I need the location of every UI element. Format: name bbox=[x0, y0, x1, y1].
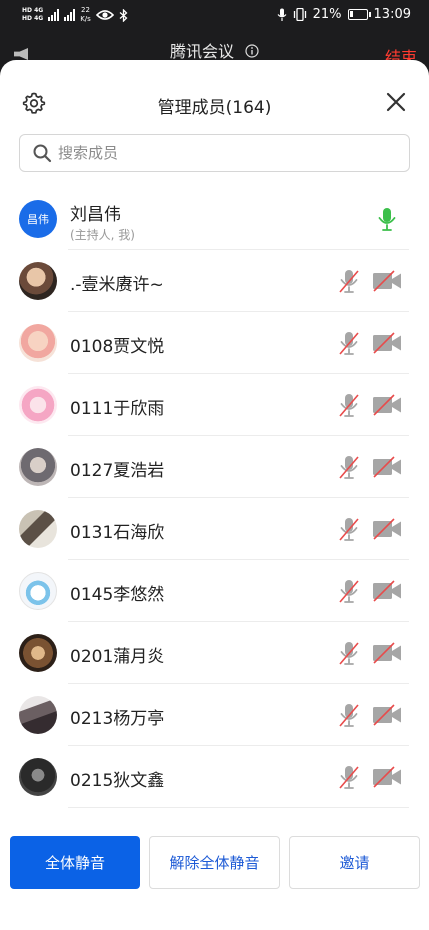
battery-percent: 21% bbox=[312, 7, 342, 22]
sim1-tag: HD 4G bbox=[22, 7, 44, 14]
camera-off-icon[interactable] bbox=[372, 332, 402, 354]
mute-all-button[interactable]: 全体静音 bbox=[10, 836, 140, 889]
member-row[interactable]: 0131石海欣 bbox=[0, 498, 429, 560]
mic-muted-icon[interactable] bbox=[338, 640, 360, 666]
avatar bbox=[19, 262, 57, 300]
net-speed: 22 K/s bbox=[80, 6, 91, 24]
battery-icon bbox=[347, 9, 371, 20]
bluetooth-icon bbox=[119, 8, 128, 22]
avatar bbox=[19, 758, 57, 796]
net-speed-unit: K/s bbox=[80, 15, 91, 23]
member-name: 0108贾文悦 bbox=[70, 337, 165, 357]
divider bbox=[68, 807, 409, 808]
sim-tags: HD 4G HD 4G bbox=[22, 7, 43, 23]
sheet-header: 管理成员(164) bbox=[0, 60, 429, 128]
close-icon[interactable] bbox=[385, 91, 407, 113]
member-row[interactable]: 0201蒲月炎 bbox=[0, 622, 429, 684]
avatar: 昌伟 bbox=[19, 200, 57, 238]
meeting-title-text: 腾讯会议 bbox=[169, 42, 234, 61]
clock: 13:09 bbox=[373, 7, 411, 22]
mic-muted-icon[interactable] bbox=[338, 764, 360, 790]
member-name: 0215狄文鑫 bbox=[70, 771, 165, 791]
camera-off-icon[interactable] bbox=[372, 270, 402, 292]
mic-status-icon bbox=[277, 8, 287, 21]
avatar bbox=[19, 386, 57, 424]
member-row[interactable]: 0145李悠然 bbox=[0, 560, 429, 622]
avatar bbox=[19, 696, 57, 734]
eye-icon bbox=[95, 10, 114, 20]
search-input[interactable] bbox=[58, 144, 388, 162]
member-name: .-壹米赓许~ bbox=[70, 275, 164, 295]
member-name: 0127夏浩岩 bbox=[70, 461, 165, 481]
mic-muted-icon[interactable] bbox=[338, 578, 360, 604]
member-role: (主持人, 我) bbox=[70, 228, 135, 242]
member-row[interactable]: 0127夏浩岩 bbox=[0, 436, 429, 498]
meeting-title: 腾讯会议 bbox=[0, 38, 429, 62]
invite-button[interactable]: 邀请 bbox=[289, 836, 420, 889]
member-name: 0213杨万亭 bbox=[70, 709, 165, 729]
mic-muted-icon[interactable] bbox=[338, 454, 360, 480]
member-name: 刘昌伟 bbox=[70, 205, 121, 225]
mic-muted-icon[interactable] bbox=[338, 392, 360, 418]
camera-off-icon[interactable] bbox=[372, 580, 402, 602]
avatar bbox=[19, 324, 57, 362]
member-list: 昌伟 刘昌伟 (主持人, 我) .-壹米赓许~ 0108贾文悦 0111于欣雨 … bbox=[0, 188, 429, 808]
unmute-all-button[interactable]: 解除全体静音 bbox=[149, 836, 280, 889]
member-name: 0131石海欣 bbox=[70, 523, 165, 543]
phone-screen: HD 4G HD 4G 22 K/s 21% 13:09 腾讯会议 结束 管理成… bbox=[0, 0, 429, 930]
member-row[interactable]: 0111于欣雨 bbox=[0, 374, 429, 436]
search-box[interactable] bbox=[19, 134, 410, 172]
camera-off-icon[interactable] bbox=[372, 518, 402, 540]
member-row[interactable]: 0108贾文悦 bbox=[0, 312, 429, 374]
member-row[interactable]: 0215狄文鑫 bbox=[0, 746, 429, 808]
net-speed-value: 22 bbox=[81, 6, 90, 14]
avatar bbox=[19, 448, 57, 486]
status-bar: HD 4G HD 4G 22 K/s 21% 13:09 bbox=[0, 0, 429, 34]
member-row-host[interactable]: 昌伟 刘昌伟 (主持人, 我) bbox=[0, 188, 429, 250]
signal-icon bbox=[48, 9, 60, 21]
avatar bbox=[19, 510, 57, 548]
info-icon[interactable] bbox=[245, 44, 259, 58]
camera-off-icon[interactable] bbox=[372, 394, 402, 416]
mic-muted-icon[interactable] bbox=[338, 330, 360, 356]
member-name: 0111于欣雨 bbox=[70, 399, 165, 419]
camera-off-icon[interactable] bbox=[372, 456, 402, 478]
member-row[interactable]: 0213杨万亭 bbox=[0, 684, 429, 746]
mic-muted-icon[interactable] bbox=[338, 268, 360, 294]
sheet-title: 管理成员(164) bbox=[157, 98, 272, 118]
vibrate-icon bbox=[293, 8, 306, 21]
signal-2-icon bbox=[64, 9, 76, 21]
mic-muted-icon[interactable] bbox=[338, 516, 360, 542]
sim2-tag: HD 4G bbox=[22, 15, 44, 22]
search-icon bbox=[33, 144, 52, 163]
mic-muted-icon[interactable] bbox=[338, 702, 360, 728]
avatar bbox=[19, 634, 57, 672]
camera-off-icon[interactable] bbox=[372, 704, 402, 726]
camera-off-icon[interactable] bbox=[372, 642, 402, 664]
member-name: 0145李悠然 bbox=[70, 585, 165, 605]
member-name: 0201蒲月炎 bbox=[70, 647, 165, 667]
camera-off-icon[interactable] bbox=[372, 766, 402, 788]
avatar bbox=[19, 572, 57, 610]
member-row[interactable]: .-壹米赓许~ bbox=[0, 250, 429, 312]
manage-members-sheet: 管理成员(164) 昌伟 刘昌伟 (主持人, 我) .-壹米赓 bbox=[0, 60, 429, 930]
mic-on-icon[interactable] bbox=[376, 206, 398, 232]
